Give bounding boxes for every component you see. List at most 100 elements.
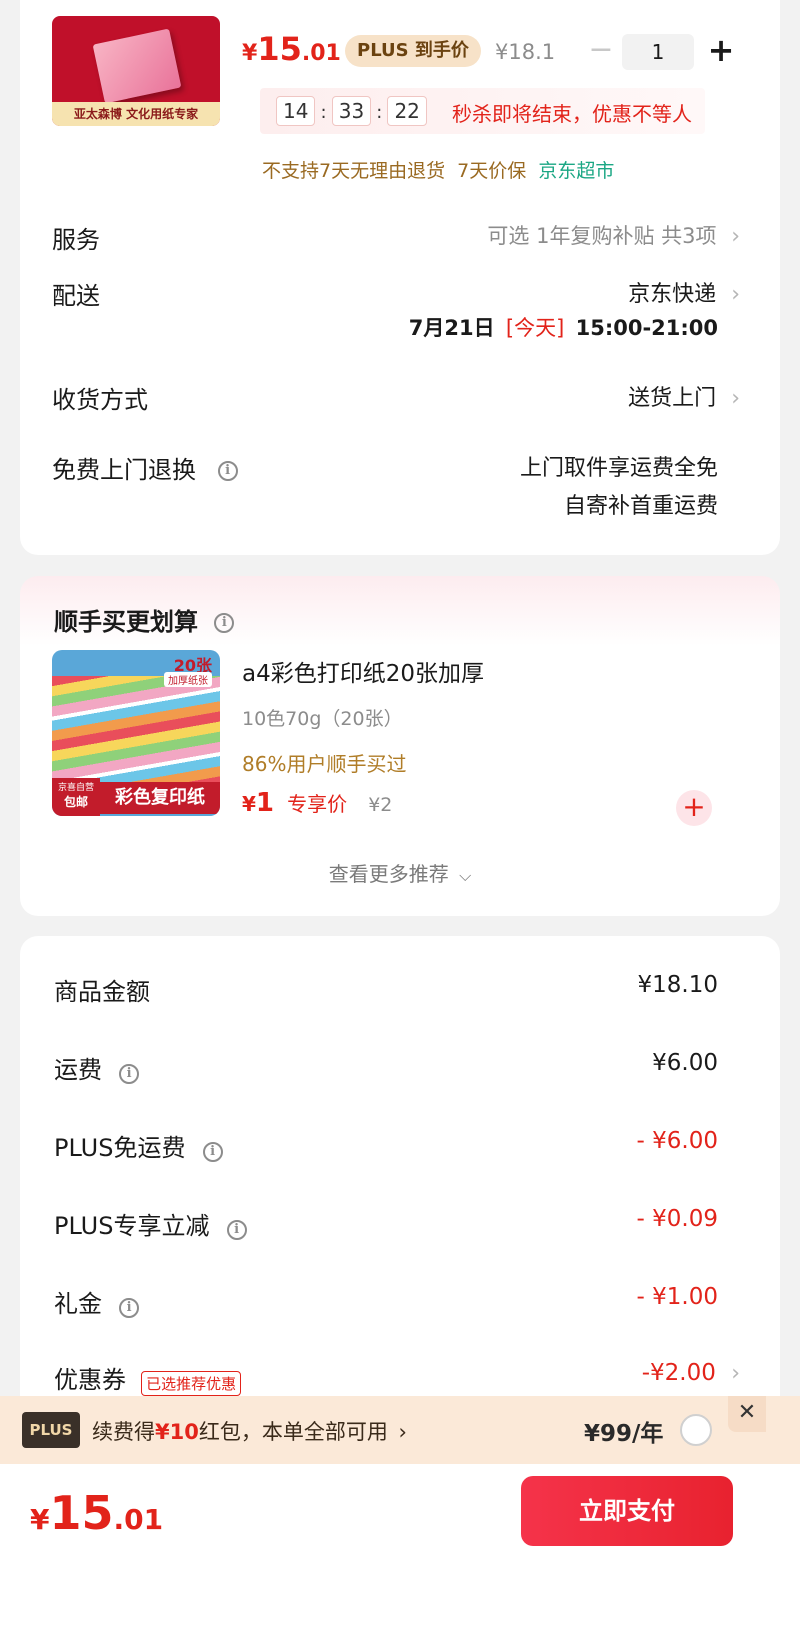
- summary-row: 礼金 i - ¥1.00: [54, 1284, 718, 1324]
- price-summary-card: 商品金额 ¥18.10 运费 i ¥6.00 PLUS免运费 i - ¥6.00…: [20, 936, 780, 1456]
- coupon-row[interactable]: 优惠券 已选推荐优惠 -¥2.00 ›: [54, 1360, 740, 1400]
- more-recommend-text: 查看更多推荐: [328, 862, 449, 886]
- countdown-hours: 14: [276, 96, 316, 126]
- plus-badge-text: PLUS 到手价: [357, 40, 469, 61]
- quantity-value: 1: [651, 40, 665, 64]
- product-price: ¥15.01: [242, 30, 341, 68]
- coupon-value-wrap: -¥2.00 ›: [642, 1360, 740, 1386]
- add-recommend-button[interactable]: +: [676, 790, 712, 826]
- summary-row: PLUS专享立减 i - ¥0.09: [54, 1206, 718, 1246]
- free-return-line2: 自寄补首重运费: [563, 494, 718, 519]
- chevron-right-icon: ›: [398, 1420, 407, 1444]
- summary-value: - ¥1.00: [636, 1284, 718, 1310]
- delivery-time: 7月21日 [今天] 15:00-21:00: [409, 312, 718, 342]
- plus-banner-text: 续费得¥10红包，本单全部可用 ›: [92, 1416, 407, 1446]
- thumb-corner: 京喜自营 包邮: [52, 778, 100, 816]
- summary-value: ¥6.00: [652, 1050, 718, 1076]
- service-label: 服务: [52, 226, 100, 254]
- plus-text-prefix: 续费得: [92, 1420, 155, 1444]
- plus-logo: PLUS: [22, 1412, 80, 1448]
- receive-label: 收货方式: [52, 386, 148, 414]
- delivery-row[interactable]: 京东快递 ›: [628, 276, 740, 308]
- paper-box-graphic: [92, 28, 182, 104]
- info-icon[interactable]: i: [226, 1219, 247, 1240]
- chevron-right-icon: ›: [731, 282, 740, 307]
- product-thumbnail[interactable]: 亚太森博 文化用纸专家: [52, 16, 220, 126]
- chevron-right-icon: ›: [731, 1361, 740, 1386]
- plus-price: ¥99/年: [584, 1421, 664, 1447]
- countdown-seconds: 22: [387, 96, 427, 126]
- pay-button-label: 立即支付: [579, 1497, 675, 1525]
- coupon-value: -¥2.00: [641, 1360, 716, 1386]
- total-price: ¥15.01: [30, 1486, 163, 1540]
- free-return-label: 免费上门退换 i: [52, 450, 238, 485]
- policy-line: 不支持7天无理由退货 7天价保 京东超市: [262, 156, 614, 183]
- recommend-item-name[interactable]: a4彩色打印纸20张加厚: [242, 654, 484, 688]
- policy-text: 不支持7天无理由退货 7天价保: [262, 160, 527, 182]
- total-int: 15: [49, 1486, 114, 1540]
- thumb-corner-1: 京喜自营: [57, 783, 94, 793]
- delivery-date: 7月21日: [408, 316, 495, 340]
- thumb-sub: 加厚纸张: [164, 672, 212, 687]
- price-int: 15: [257, 30, 302, 68]
- coupon-label: 优惠券: [54, 1366, 126, 1394]
- summary-label: PLUS专享立减: [54, 1212, 210, 1240]
- info-icon[interactable]: i: [119, 1063, 140, 1084]
- recommend-price-tag: 专享价: [287, 792, 348, 816]
- flash-sale-countdown: 14 : 33 : 22 秒杀即将结束，优惠不等人: [260, 88, 705, 134]
- store-name[interactable]: 京东超市: [538, 160, 614, 182]
- summary-label: PLUS免运费: [54, 1134, 186, 1162]
- service-row[interactable]: 可选 1年复购补贴 共3项 ›: [487, 220, 740, 250]
- coupon-tag: 已选推荐优惠: [141, 1371, 242, 1396]
- paper-stack-graphic: [52, 676, 220, 786]
- summary-row: PLUS免运费 i - ¥6.00: [54, 1128, 718, 1168]
- total-dec: .01: [113, 1503, 164, 1536]
- plus-price-badge: PLUS 到手价: [345, 35, 481, 67]
- recommend-price-symbol: ¥: [242, 792, 256, 816]
- recommend-card: 顺手买更划算 i 20张 加厚纸张 京喜自营 包邮 彩色复印纸 a4彩色打印纸2…: [20, 576, 780, 916]
- summary-label: 商品金额: [54, 978, 150, 1006]
- thumb-caption-text: 彩色复印纸: [115, 787, 205, 808]
- brand-caption-strip: 亚太森博 文化用纸专家: [52, 102, 220, 126]
- countdown-text: 秒杀即将结束，优惠不等人: [452, 102, 692, 126]
- info-icon[interactable]: i: [119, 1297, 140, 1318]
- receive-row[interactable]: 送货上门 ›: [628, 380, 740, 412]
- summary-value: - ¥6.00: [636, 1128, 718, 1154]
- more-recommend-link[interactable]: 查看更多推荐 ⌵: [20, 858, 780, 887]
- summary-value: ¥18.10: [637, 972, 718, 998]
- recommend-price-value: 1: [255, 788, 275, 818]
- close-banner-button[interactable]: ✕: [728, 1396, 766, 1432]
- chevron-right-icon: ›: [731, 386, 740, 411]
- quantity-input[interactable]: 1: [622, 34, 694, 70]
- recommend-social-proof: 86%用户顺手买过: [242, 752, 407, 776]
- price-symbol: ¥: [242, 41, 258, 66]
- delivery-label: 配送: [52, 282, 100, 310]
- info-icon[interactable]: i: [217, 461, 238, 481]
- countdown-minutes: 33: [331, 96, 372, 126]
- thumb-caption: 彩色复印纸: [100, 782, 220, 814]
- thumb-sub-text: 加厚纸张: [168, 676, 208, 687]
- brand-caption: 亚太森博 文化用纸专家: [73, 107, 199, 121]
- recommend-item-spec: 10色70g（20张）: [242, 708, 403, 730]
- pay-now-button[interactable]: 立即支付: [521, 1476, 733, 1546]
- info-icon[interactable]: i: [202, 1141, 223, 1162]
- recommend-title: 顺手买更划算 i: [54, 602, 235, 637]
- summary-label: 礼金: [54, 1290, 102, 1318]
- plus-select-radio[interactable]: [680, 1414, 712, 1446]
- chevron-down-icon: ⌵: [459, 866, 472, 885]
- product-card: 亚太森博 文化用纸专家 ¥15.01 PLUS 到手价 ¥18.1 − 1 + …: [20, 0, 780, 555]
- plus-text-amount: ¥10: [155, 1420, 199, 1444]
- original-price: ¥18.1: [495, 40, 556, 64]
- summary-value: - ¥0.09: [636, 1206, 718, 1232]
- countdown-sep: :: [320, 102, 327, 123]
- recommend-thumbnail[interactable]: 20张 加厚纸张 京喜自营 包邮 彩色复印纸: [52, 650, 220, 816]
- quantity-decrement-button[interactable]: −: [586, 32, 616, 68]
- total-symbol: ¥: [30, 1503, 50, 1536]
- info-icon[interactable]: i: [214, 613, 235, 633]
- summary-row: 商品金额 ¥18.10: [54, 972, 718, 1012]
- plus-text-suffix: 红包，本单全部可用: [198, 1420, 388, 1444]
- summary-label: 运费: [54, 1056, 102, 1084]
- quantity-increment-button[interactable]: +: [706, 30, 736, 70]
- free-return-label-text: 免费上门退换: [52, 456, 196, 484]
- plus-renew-banner[interactable]: PLUS 续费得¥10红包，本单全部可用 › ¥99/年 ✕: [0, 1396, 800, 1464]
